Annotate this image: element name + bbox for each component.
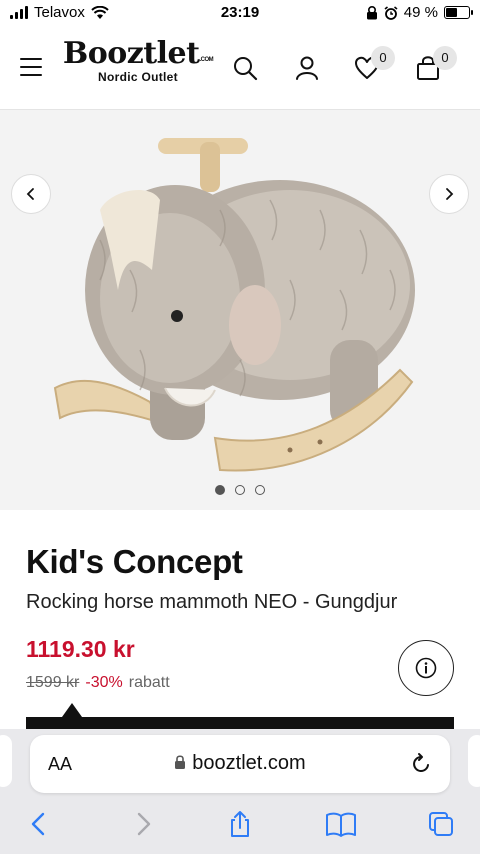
gallery-dot[interactable] xyxy=(235,485,245,495)
chevron-right-icon xyxy=(137,812,151,836)
logo[interactable]: Booztlet.COM Nordic Outlet xyxy=(60,36,216,84)
info-icon xyxy=(415,657,437,679)
discount-label: rabatt xyxy=(128,674,170,691)
price-details: 1599 kr -30% rabatt xyxy=(26,674,170,692)
next-image-button[interactable] xyxy=(429,174,469,214)
lock-rotation-icon xyxy=(366,5,377,19)
sale-price: 1119.30 kr xyxy=(26,636,135,662)
product-name: Rocking horse mammoth NEO - Gungdjur xyxy=(26,591,398,613)
previous-tab-peek[interactable] xyxy=(0,735,12,787)
previous-image-button[interactable] xyxy=(11,174,51,214)
back-button[interactable] xyxy=(24,809,54,839)
bookmarks-button[interactable] xyxy=(325,809,356,839)
forward-button[interactable] xyxy=(128,809,158,839)
tabs-button[interactable] xyxy=(426,809,456,839)
site-header: Booztlet.COM Nordic Outlet 0 0 xyxy=(0,26,480,110)
battery-icon xyxy=(444,6,473,19)
browser-chrome: AA booztlet.com xyxy=(0,729,480,854)
gallery-dot[interactable] xyxy=(255,485,265,495)
logo-suffix: .COM xyxy=(199,57,214,63)
lock-icon xyxy=(175,755,186,769)
share-button[interactable] xyxy=(225,809,255,839)
tooltip-banner xyxy=(26,717,454,729)
gallery-pagination xyxy=(0,485,480,495)
battery-percent: 49 % xyxy=(403,4,438,21)
url-text: booztlet.com xyxy=(192,752,306,774)
cart-count-badge: 0 xyxy=(433,46,457,70)
original-price: 1599 kr xyxy=(26,674,80,691)
chevron-left-icon xyxy=(31,812,45,836)
product-image xyxy=(53,138,415,472)
search-icon[interactable] xyxy=(231,54,259,82)
tabs-icon xyxy=(429,812,453,836)
url-display[interactable]: booztlet.com xyxy=(30,752,450,775)
product-brand[interactable]: Kid's Concept xyxy=(26,543,243,581)
status-bar: Telavox 23:19 49 % xyxy=(0,0,480,26)
reload-icon xyxy=(413,753,429,772)
account-icon[interactable] xyxy=(293,54,321,82)
status-right: 49 % xyxy=(366,4,473,21)
gallery-dot[interactable] xyxy=(215,485,225,495)
chevron-left-icon xyxy=(26,188,34,200)
logo-wordmark: Booztlet.COM xyxy=(62,36,214,71)
menu-icon[interactable] xyxy=(20,58,42,76)
logo-tagline: Nordic Outlet xyxy=(98,70,178,84)
address-bar[interactable]: AA booztlet.com xyxy=(30,735,450,793)
wishlist-count-badge: 0 xyxy=(371,46,395,70)
share-icon xyxy=(231,811,249,837)
chevron-right-icon xyxy=(446,188,454,200)
price-info-button[interactable] xyxy=(398,640,454,696)
battery-level xyxy=(446,8,457,17)
tooltip-pointer xyxy=(62,703,82,717)
book-icon xyxy=(326,812,356,837)
reload-button[interactable] xyxy=(408,751,434,777)
alarm-icon xyxy=(384,5,398,20)
discount-percent: -30% xyxy=(85,674,123,691)
next-tab-peek[interactable] xyxy=(468,735,480,787)
product-image-gallery[interactable] xyxy=(0,110,480,510)
